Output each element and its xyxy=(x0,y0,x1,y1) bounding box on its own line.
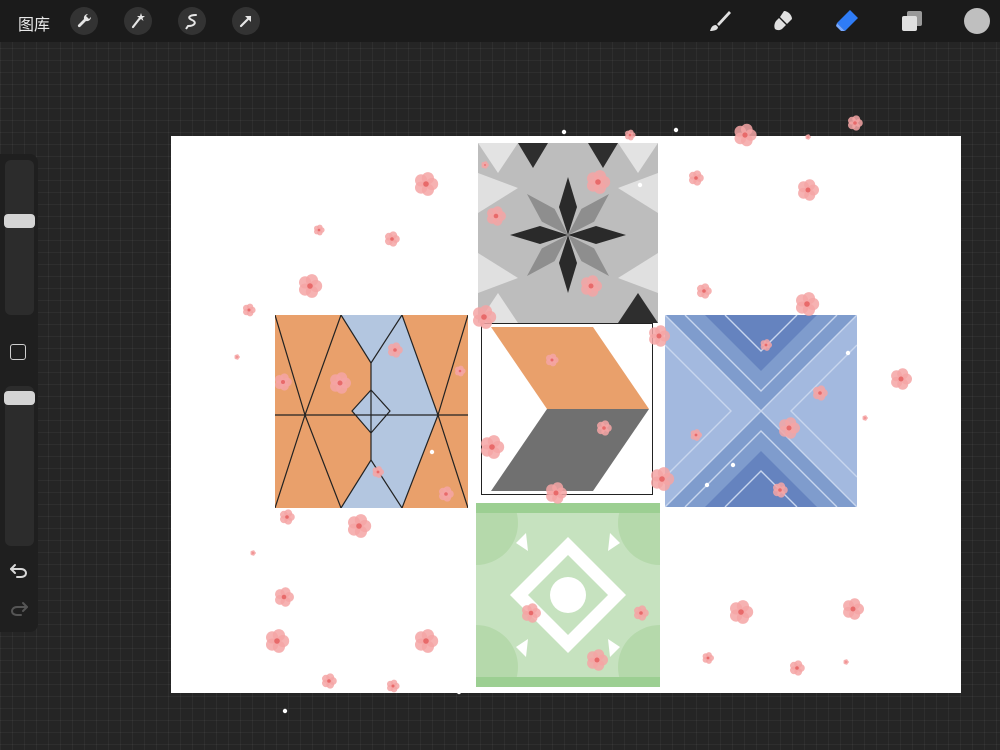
gallery-button[interactable]: 图库 xyxy=(18,11,50,35)
wrench-icon xyxy=(77,13,92,28)
redo-icon[interactable] xyxy=(9,599,29,619)
opacity-slider[interactable] xyxy=(5,386,34,546)
drawing-canvas[interactable] xyxy=(171,136,961,693)
eraser-icon xyxy=(836,10,858,31)
gray-star-tile xyxy=(478,143,658,323)
blue-stripe-tile xyxy=(665,315,857,507)
selection-icon xyxy=(185,14,197,30)
green-diamond-tile xyxy=(476,503,660,687)
transform-button[interactable] xyxy=(232,7,260,35)
actions-button[interactable] xyxy=(70,7,98,35)
brush-size-thumb[interactable] xyxy=(4,214,35,228)
undo-icon[interactable] xyxy=(9,561,29,581)
sparkle-dot xyxy=(673,127,679,133)
side-toolbar xyxy=(0,154,38,632)
eraser-button[interactable] xyxy=(832,6,862,36)
top-toolbar: 图库 xyxy=(0,0,1000,42)
petal-flower xyxy=(848,115,863,131)
adjustments-button[interactable] xyxy=(124,7,152,35)
opacity-thumb[interactable] xyxy=(4,391,35,405)
layers-icon xyxy=(902,11,922,31)
chevron-tile xyxy=(481,323,653,495)
transform-arrow-icon xyxy=(239,15,252,28)
layers-button[interactable] xyxy=(897,6,927,36)
brush-button[interactable] xyxy=(704,6,734,36)
color-swatch[interactable] xyxy=(964,8,990,34)
orange-blue-kite-tile xyxy=(275,315,468,508)
modify-button[interactable] xyxy=(10,344,26,360)
selection-button[interactable] xyxy=(178,7,206,35)
magic-wand-icon xyxy=(131,13,145,29)
sparkle-dot xyxy=(282,708,288,714)
smudge-button[interactable] xyxy=(768,6,798,36)
sparkle-dot xyxy=(561,129,567,135)
smudge-icon xyxy=(774,11,792,31)
brush-size-slider[interactable] xyxy=(5,160,34,315)
brush-icon xyxy=(710,11,731,31)
